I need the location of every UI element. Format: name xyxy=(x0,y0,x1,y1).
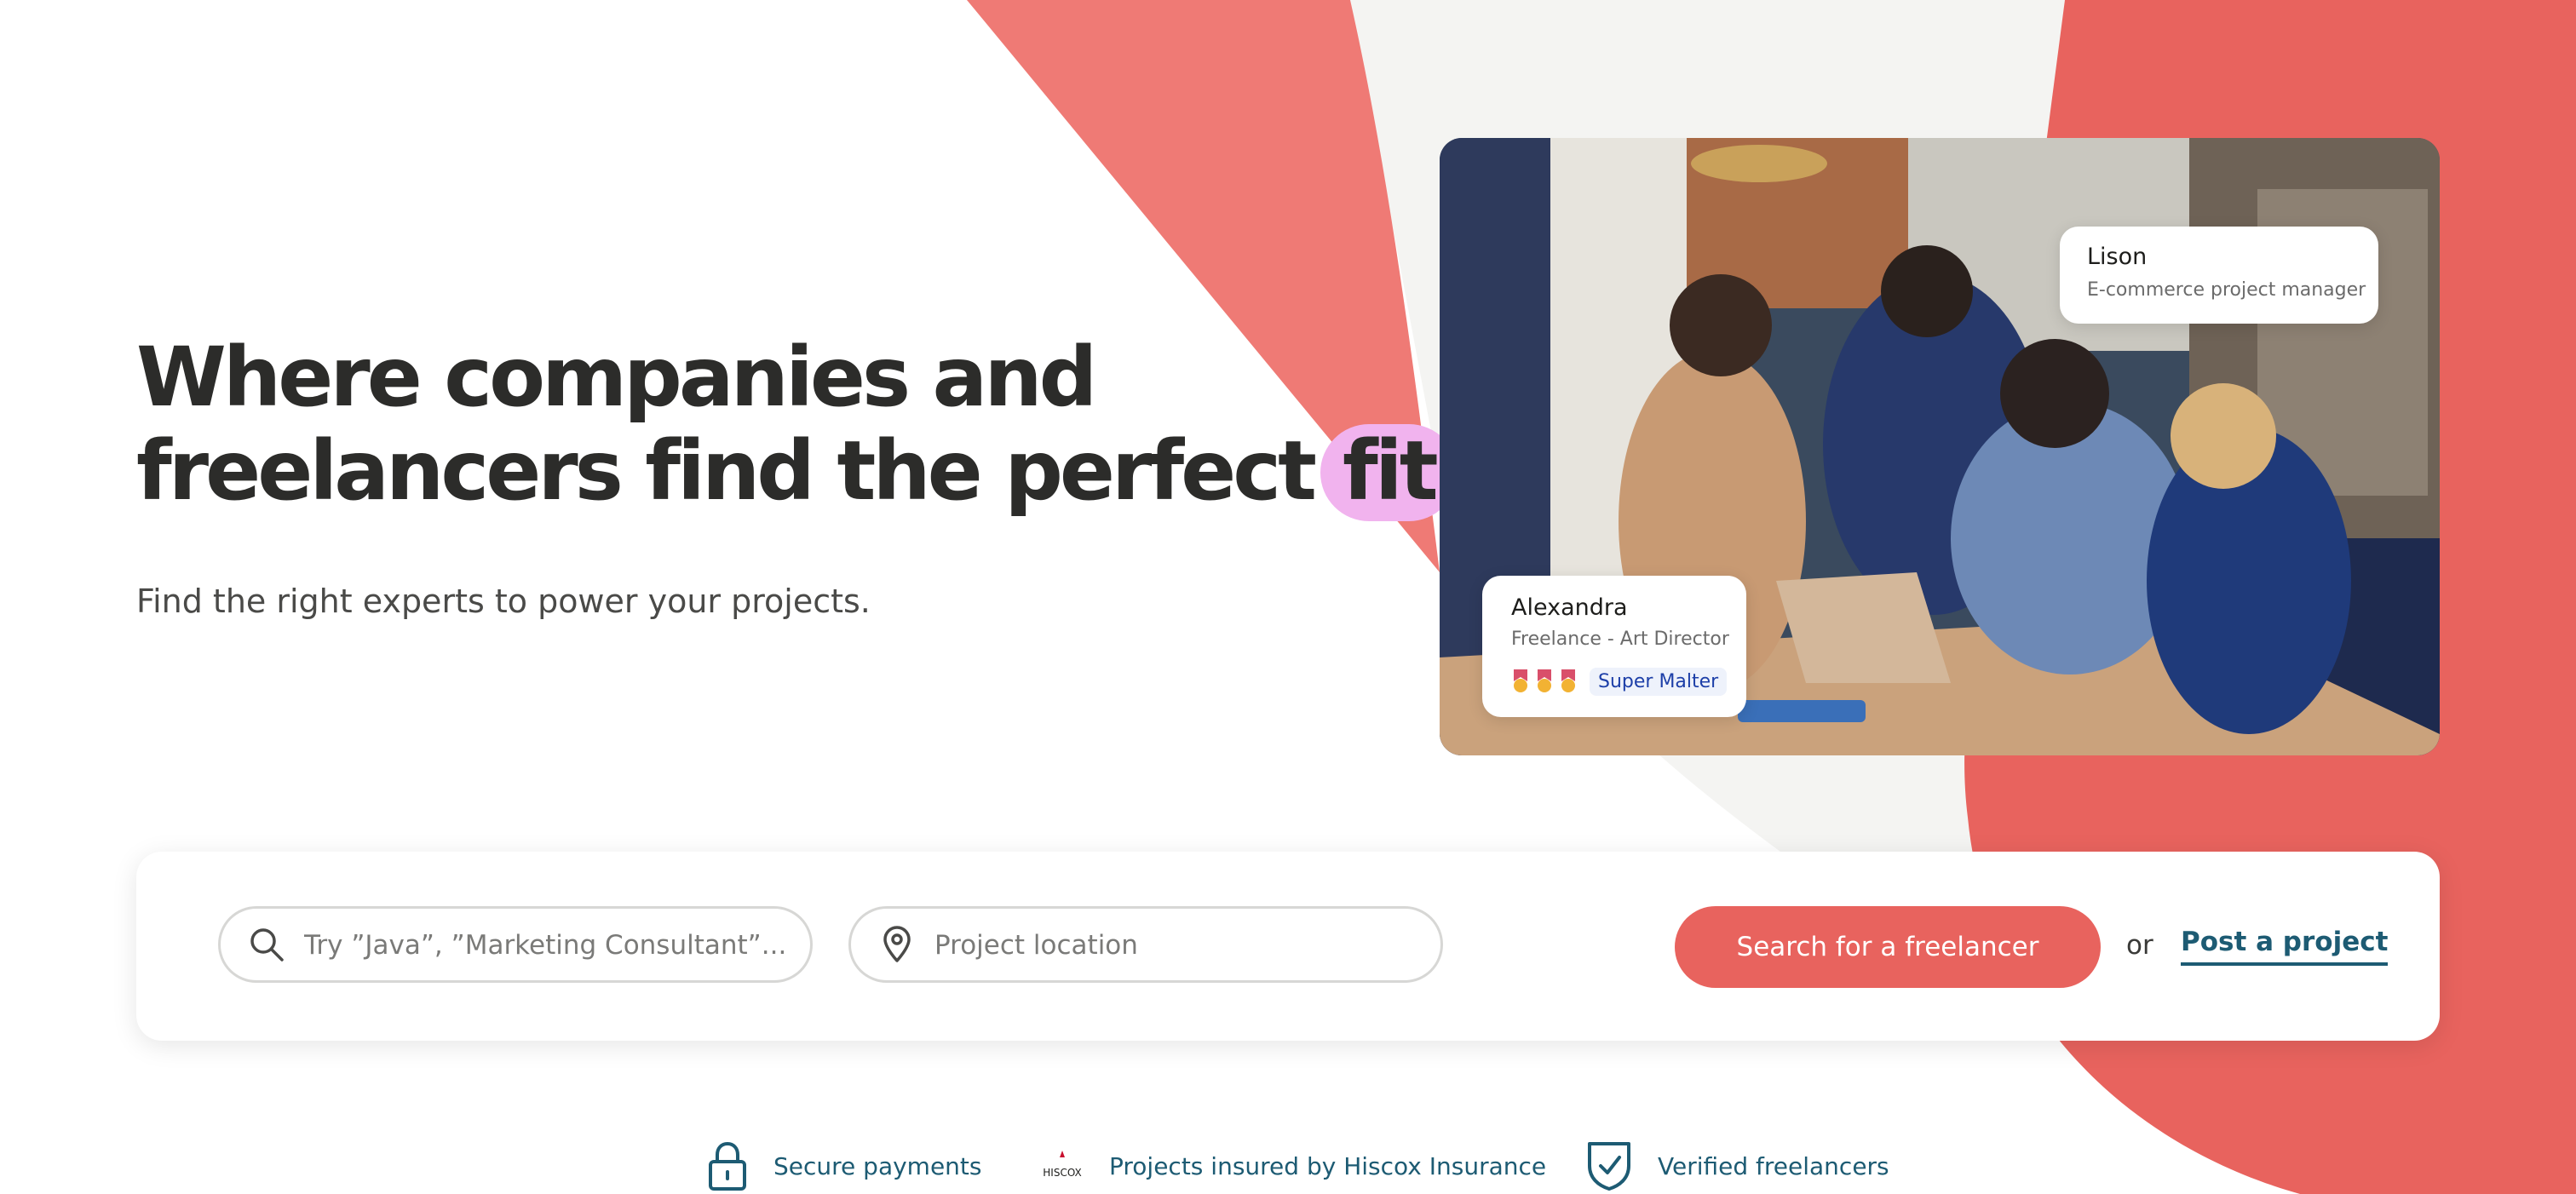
search-panel: Search for a freelancer or Post a projec… xyxy=(136,852,2440,1041)
post-project-link[interactable]: Post a project xyxy=(2181,927,2389,966)
search-input[interactable] xyxy=(302,921,791,970)
trust-verified-label: Verified freelancers xyxy=(1658,1151,1889,1180)
profile-role: E-commerce project manager xyxy=(2087,279,2366,301)
badge-row: Super Malter xyxy=(1511,668,1728,696)
shield-check-icon xyxy=(1588,1142,1630,1191)
profile-name: Lison xyxy=(2087,244,2148,270)
location-pin-icon xyxy=(883,926,911,962)
trust-secure-label: Secure payments xyxy=(773,1151,982,1180)
lock-icon xyxy=(709,1141,746,1191)
trust-verified-freelancers: Verified freelancers xyxy=(1586,1138,1889,1194)
hero-title-line-1: Where companies and xyxy=(136,330,1097,425)
hiscox-logo-text: HISCOX xyxy=(1043,1167,1081,1179)
hero-title-highlight: fit xyxy=(1320,424,1458,521)
location-input[interactable] xyxy=(933,921,1422,970)
profile-name: Alexandra xyxy=(1511,594,1628,621)
medal-icon xyxy=(1561,669,1575,692)
hero-title-line-2: freelancers find the perfect fit xyxy=(136,423,1458,521)
super-malter-badge: Super Malter xyxy=(1590,668,1728,696)
trust-hiscox-insurance: HISCOX Projects insured by Hiscox Insura… xyxy=(1039,1138,1546,1194)
location-field xyxy=(848,906,1443,983)
hero-subtitle: Find the right experts to power your pro… xyxy=(136,583,871,620)
search-icon xyxy=(250,928,284,962)
profile-role: Freelance - Art Director xyxy=(1511,629,1729,650)
hiscox-logo: HISCOX xyxy=(1043,1151,1082,1179)
search-field xyxy=(218,906,813,983)
search-freelancer-button[interactable]: Search for a freelancer xyxy=(1675,906,2101,988)
hero-title: Where companies and freelancers find the… xyxy=(136,330,1458,521)
medal-icon xyxy=(1538,669,1551,692)
hero-title-line-2-text: freelancers find the perfect xyxy=(136,423,1317,519)
profile-card-alexandra: Alexandra Freelance - Art Director Super… xyxy=(1482,576,1746,717)
medal-icon xyxy=(1514,669,1527,692)
profile-card-lison: Lison E-commerce project manager xyxy=(2060,227,2378,324)
trust-hiscox-label: Projects insured by Hiscox Insurance xyxy=(1109,1151,1547,1180)
trust-secure-payments: Secure payments xyxy=(707,1138,981,1194)
page: Where companies and freelancers find the… xyxy=(0,0,2576,1194)
or-separator: or xyxy=(2126,930,2153,961)
